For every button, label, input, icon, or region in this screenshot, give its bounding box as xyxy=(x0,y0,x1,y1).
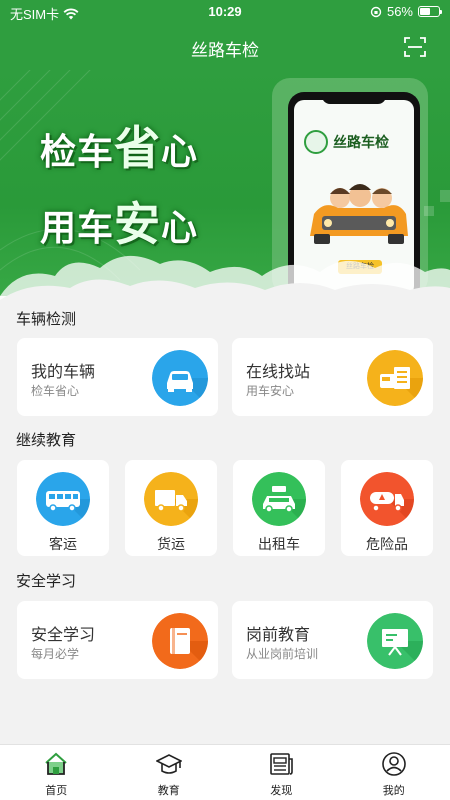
bottom-tab-bar: 首页 教育 发现 我的 xyxy=(0,744,450,800)
education-item-label: 危险品 xyxy=(366,536,408,552)
status-bar: 无SIM卡 10:29 56% xyxy=(0,0,450,24)
my-vehicle-card[interactable]: 我的车辆 检车省心 xyxy=(17,338,218,416)
battery-level xyxy=(420,8,431,15)
section-title-education: 继续教育 xyxy=(16,432,77,449)
education-item-hazmat[interactable]: 危险品 xyxy=(341,460,433,556)
find-station-card[interactable]: 在线找站 用车安心 xyxy=(232,338,433,416)
car-icon xyxy=(152,350,208,406)
tanker-icon xyxy=(360,472,414,526)
page-title: 丝路车检 xyxy=(191,41,259,60)
cloud-decoration xyxy=(0,255,450,302)
tab-label: 教育 xyxy=(157,785,180,797)
rotation-lock-icon xyxy=(370,6,382,17)
card-title: 岗前教育 xyxy=(246,627,311,644)
card-title: 我的车辆 xyxy=(31,364,96,381)
newspaper-icon xyxy=(270,753,294,775)
station-icon xyxy=(367,350,423,406)
tab-home[interactable]: 首页 xyxy=(0,745,113,800)
book-icon xyxy=(152,613,208,669)
card-subtitle: 从业岗前培训 xyxy=(246,647,319,661)
pre-job-training-card[interactable]: 岗前教育 从业岗前培训 xyxy=(232,601,433,679)
truck-icon xyxy=(144,472,198,526)
education-item-freight[interactable]: 货运 xyxy=(125,460,217,556)
battery-percent: 56% xyxy=(386,4,413,19)
tab-label: 首页 xyxy=(45,785,68,797)
home-icon xyxy=(45,752,67,775)
education-item-label: 客运 xyxy=(49,536,77,552)
nav-bar: 丝路车检 xyxy=(0,24,450,70)
profile-icon xyxy=(381,752,406,776)
status-right: 56% xyxy=(370,4,442,19)
scan-icon[interactable] xyxy=(404,36,426,58)
tab-label: 我的 xyxy=(382,785,405,797)
card-subtitle: 每月必学 xyxy=(31,647,80,661)
battery-icon xyxy=(418,6,442,17)
presentation-icon xyxy=(367,613,423,669)
tab-label: 发现 xyxy=(270,785,293,797)
tab-discover[interactable]: 发现 xyxy=(225,745,338,800)
safety-study-card[interactable]: 安全学习 每月必学 xyxy=(17,601,218,679)
bus-icon xyxy=(36,472,90,526)
phone-notch xyxy=(322,92,386,104)
education-item-label: 货运 xyxy=(157,536,185,552)
section-title-vehicle: 车辆检测 xyxy=(16,311,77,328)
card-title: 安全学习 xyxy=(31,627,96,644)
tab-education[interactable]: 教育 xyxy=(113,745,226,800)
tab-profile[interactable]: 我的 xyxy=(338,745,450,800)
education-item-passenger[interactable]: 客运 xyxy=(17,460,109,556)
education-item-label: 出租车 xyxy=(258,536,300,552)
taxi-icon xyxy=(252,472,306,526)
card-subtitle: 检车省心 xyxy=(31,384,80,398)
section-title-safety: 安全学习 xyxy=(16,573,77,590)
education-item-taxi[interactable]: 出租车 xyxy=(233,460,325,556)
graduation-cap-icon xyxy=(155,754,182,774)
card-subtitle: 用车安心 xyxy=(246,384,295,398)
card-title: 在线找站 xyxy=(246,364,311,381)
